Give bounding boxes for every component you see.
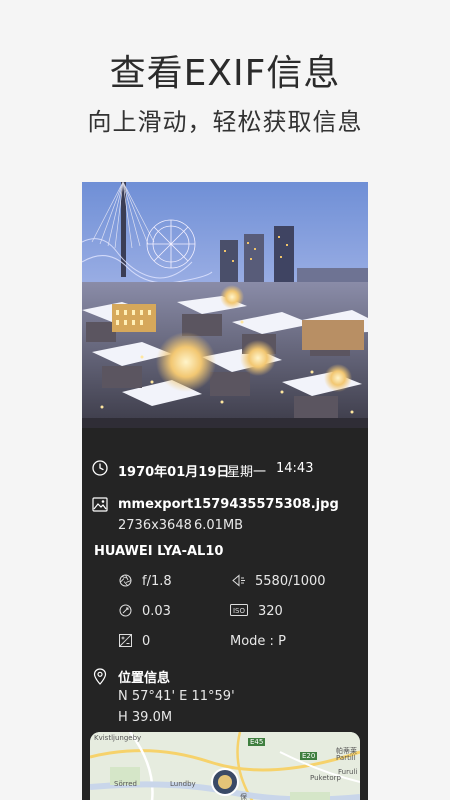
location-altitude: H 39.0M — [118, 710, 173, 725]
date-text: 1970年01月19日 — [118, 465, 230, 480]
shutter-value: 5580/1000 — [255, 574, 326, 589]
map-label-lundby: Lundby — [170, 780, 196, 788]
location-title: 位置信息 — [118, 671, 171, 686]
exposure-icon — [119, 634, 132, 647]
device-model: HUAWEI LYA-AL10 — [94, 544, 224, 559]
map-label-sorred: Sörred — [114, 780, 137, 788]
exposure-value: 0 — [142, 634, 151, 649]
map-road-e20: E20 — [300, 752, 318, 760]
clock-icon — [92, 460, 108, 476]
map-label-puketorp: Puketorp — [310, 774, 341, 782]
time-text: 14:43 — [276, 461, 314, 476]
shutter-icon — [232, 574, 245, 587]
iso-value: 320 — [258, 604, 283, 619]
photo-image — [82, 182, 368, 428]
focal-icon — [119, 604, 132, 617]
image-icon — [92, 497, 108, 512]
iso-icon: ISO — [230, 604, 248, 616]
location-pin-icon — [93, 668, 107, 685]
aperture-value: f/1.8 — [142, 574, 172, 589]
aperture-icon — [119, 574, 132, 587]
location-map[interactable]: Kvistljungeby Sörred Lundby Puketorp 帕蒂莱… — [90, 732, 360, 800]
map-label-kvistljungeby: Kvistljungeby — [94, 734, 142, 742]
weekday-text: 星期一 — [227, 465, 267, 480]
svg-text:ISO: ISO — [233, 607, 246, 615]
focal-value: 0.03 — [142, 604, 171, 619]
map-label-bao: 保 — [240, 793, 247, 800]
map-label-furuli: Furuli — [338, 768, 358, 776]
map-road-e45: E45 — [248, 738, 266, 746]
resolution-text: 2736x3648 — [118, 518, 192, 533]
map-label-partill: Partill — [336, 754, 356, 762]
exif-card[interactable]: 1970年01月19日 星期一 14:43 mmexport1579435575… — [82, 182, 368, 800]
filename-text: mmexport1579435575308.jpg — [118, 497, 339, 512]
page-title: 查看EXIF信息 — [109, 53, 341, 94]
mode-value: Mode : P — [230, 634, 286, 649]
page-subtitle: 向上滑动，轻松获取信息 — [87, 108, 363, 136]
filesize-text: 6.01MB — [194, 518, 244, 533]
map-tiles — [90, 732, 360, 800]
photo-preview[interactable] — [82, 182, 368, 428]
location-coords: N 57°41' E 11°59' — [118, 689, 235, 704]
